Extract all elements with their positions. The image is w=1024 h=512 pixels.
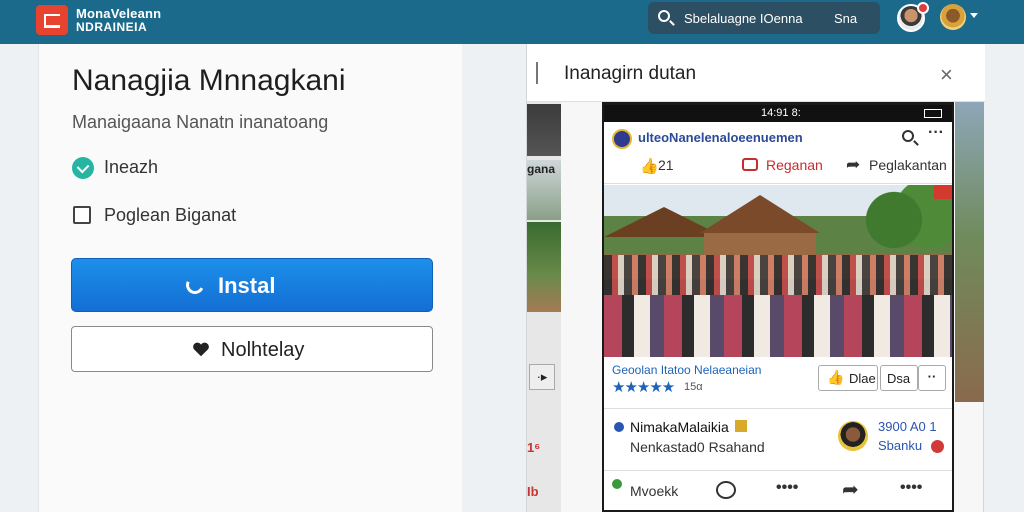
- preview-header: Inanagirn dutan ×: [527, 44, 985, 102]
- chevron-down-icon[interactable]: [970, 13, 978, 18]
- comment-icon[interactable]: [742, 158, 758, 171]
- page-name[interactable]: ulteoNanelenaloeenuemen: [638, 130, 803, 145]
- radio-label[interactable]: Ineazh: [104, 157, 158, 178]
- panel-subtitle: Manaigaana Nanatn inanatoang: [72, 112, 329, 132]
- side-preview-right: [955, 102, 984, 402]
- secondary-avatar[interactable]: [940, 4, 966, 30]
- notification-badge: [917, 2, 929, 14]
- more-options-icon[interactable]: ···: [928, 124, 944, 142]
- page-background-left: [0, 44, 38, 512]
- share-action[interactable]: Peglakantan: [869, 157, 947, 173]
- rating-row: Geoolan Itatoo Nelaeaneian ★★★★★ 15α 👍 D…: [604, 357, 952, 409]
- comment-action[interactable]: Reganan: [766, 157, 823, 173]
- install-icon: [183, 273, 207, 297]
- post-photo[interactable]: [604, 185, 952, 357]
- commenter-avatar[interactable]: [838, 421, 868, 451]
- like-button[interactable]: 👍 Dlae: [818, 365, 878, 391]
- share-icon[interactable]: ➦: [846, 155, 860, 175]
- bottom-label[interactable]: Mvoekk: [630, 483, 678, 499]
- secondary-button-label: Nolhtelay: [221, 339, 305, 361]
- photo-crowd-front: [604, 295, 952, 357]
- search-icon: [658, 10, 670, 22]
- app-logo-icon[interactable]: [36, 5, 68, 35]
- photo-flag: [934, 185, 952, 199]
- more-icon[interactable]: ••••: [776, 479, 798, 497]
- side-image: [527, 222, 561, 312]
- search-bar[interactable]: Sbelaluagne IOenna Sna: [648, 2, 880, 34]
- verified-badge-icon: [735, 420, 747, 432]
- heart-icon: [193, 342, 209, 357]
- search-icon[interactable]: [902, 130, 914, 142]
- secondary-button[interactable]: Nolhtelay: [71, 326, 433, 372]
- comment-item: NimakaMalaikia Nenkastad0 Rsahand 3900 A…: [604, 413, 952, 471]
- share-icon[interactable]: ➦: [842, 477, 859, 502]
- commenter-icon: [614, 422, 624, 432]
- side-badge: Ib: [527, 484, 539, 499]
- commenter-name[interactable]: NimakaMalaikia: [630, 419, 729, 435]
- header-divider: [536, 62, 538, 84]
- post-header: ulteoNanelenaloeenuemen ··· 👍 21 Reganan…: [604, 124, 952, 184]
- comment-bubble-icon[interactable]: [716, 481, 736, 499]
- search-button[interactable]: Sna: [834, 11, 857, 26]
- page-avatar-icon[interactable]: [612, 129, 632, 149]
- phone-preview: 14:91 8: ulteoNanelenaloeenuemen ··· 👍 2…: [602, 102, 954, 512]
- action-button[interactable]: Dsa: [880, 365, 918, 391]
- close-icon[interactable]: ×: [940, 62, 953, 88]
- install-button[interactable]: Instal: [71, 258, 433, 312]
- side-preview-left: gana ·▸ 1⁶ Ib: [527, 102, 561, 512]
- more-icon[interactable]: ••••: [900, 479, 922, 497]
- brand-name: MonaVeleann: [76, 6, 162, 21]
- more-button[interactable]: ··: [918, 365, 946, 391]
- install-button-label: Instal: [218, 273, 276, 298]
- photo-roof: [700, 195, 820, 233]
- radio-selected-icon[interactable]: [72, 157, 94, 179]
- install-panel: Nanagjia Mnnagkani Manaigaana Nanatn ina…: [38, 44, 462, 512]
- side-image: [527, 104, 561, 156]
- comment-meta-link[interactable]: Sbanku: [878, 438, 922, 453]
- search-input[interactable]: Sbelaluagne IOenna: [684, 11, 803, 26]
- page-background-middle: [462, 44, 526, 512]
- like-icon[interactable]: 👍: [640, 157, 659, 175]
- status-bar: 14:91 8:: [604, 105, 952, 122]
- alert-badge: [931, 440, 944, 453]
- side-button[interactable]: ·▸: [529, 364, 555, 390]
- brand-subtitle: NDRAINEIA: [76, 20, 148, 34]
- side-text: gana: [527, 162, 556, 176]
- status-icon: [612, 479, 622, 489]
- thumbs-up-icon: 👍: [827, 369, 845, 385]
- post-bottom-bar: Mvoekk •••• ➦ ••••: [604, 473, 952, 511]
- preview-panel: Inanagirn dutan × gana ·▸ 1⁶ Ib 14:91 8:…: [526, 44, 985, 512]
- top-bar: MonaVeleann NDRAINEIA Sbelaluagne IOenna…: [0, 0, 1024, 44]
- action-button-label: Dsa: [887, 371, 911, 386]
- panel-title: Nanagjia Mnnagkani: [72, 64, 346, 97]
- battery-icon: [924, 109, 942, 118]
- star-rating-icon: ★★★★★: [612, 379, 675, 396]
- like-count[interactable]: 21: [658, 157, 674, 173]
- rating-count: 15α: [684, 381, 703, 393]
- comment-text: Nenkastad0 Rsahand: [630, 439, 765, 455]
- preview-title: Inanagirn dutan: [564, 63, 697, 84]
- side-badge: 1⁶: [527, 440, 541, 455]
- comment-meta: 3900 A0 1: [878, 419, 937, 434]
- rating-text: Geoolan Itatoo Nelaeaneian: [612, 363, 762, 377]
- like-button-label: Dlae: [849, 371, 876, 386]
- status-time: 14:91 8:: [761, 107, 801, 119]
- checkbox-label[interactable]: Poglean Biganat: [104, 205, 236, 226]
- checkbox[interactable]: [73, 206, 91, 224]
